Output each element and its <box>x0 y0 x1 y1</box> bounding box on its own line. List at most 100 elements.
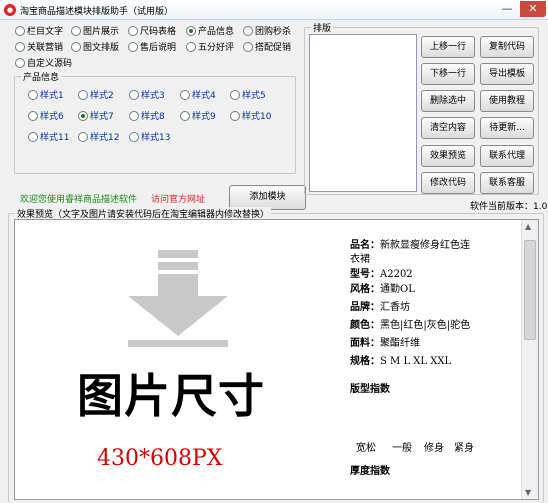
field-value: 黑色|红色|灰色|驼色 <box>380 320 471 331</box>
field-value: 衣裙 <box>350 254 370 265</box>
field-key: 颜色： <box>350 320 380 331</box>
radio-indicator <box>243 25 253 36</box>
radio-indicator <box>230 89 240 100</box>
fit-index-title: 版型指数 <box>350 384 390 395</box>
module-option-label: 自定义源码 <box>27 59 73 69</box>
official-site-link[interactable]: 访问官方网址 <box>151 192 205 205</box>
module-option-label: 图文排版 <box>83 43 120 53</box>
radio-indicator-selected <box>78 110 88 121</box>
product-field-style: 风格：通勤OL <box>350 280 415 295</box>
copy-code-button[interactable]: 复制代码 <box>480 36 534 58</box>
clear-content-button[interactable]: 清空内容 <box>421 117 475 139</box>
style-option-5[interactable]: 样式5 <box>230 88 266 101</box>
style-option-12[interactable]: 样式12 <box>78 130 119 143</box>
style-option-label: 样式13 <box>141 133 171 143</box>
module-option-image-display[interactable]: 图片展示 <box>71 24 119 37</box>
radio-indicator <box>78 89 88 100</box>
contact-support-button[interactable]: 联系客服 <box>480 172 534 194</box>
field-value: S M L XL XXL <box>380 356 452 367</box>
style-option-1[interactable]: 样式1 <box>28 88 64 101</box>
radio-indicator <box>28 131 38 142</box>
fit-level-slim: 修身 <box>424 443 444 454</box>
image-size-caption: 图片尺寸 <box>77 369 265 423</box>
move-up-button[interactable]: 上移一行 <box>421 36 475 58</box>
export-template-button[interactable]: 导出模板 <box>480 63 534 85</box>
field-key: 风格： <box>350 284 380 295</box>
module-option-after-sales[interactable]: 售后说明 <box>128 40 176 53</box>
module-option-five-star-review[interactable]: 五分好评 <box>186 40 234 53</box>
radio-indicator <box>129 110 139 121</box>
module-option-size-table[interactable]: 尺码表格 <box>128 24 176 37</box>
window-title: 淘宝商品描述模块排版助手（试用版） <box>20 7 174 17</box>
radio-indicator <box>28 89 38 100</box>
fit-level-loose: 宽松 <box>356 443 376 454</box>
fit-level-normal: 一般 <box>392 443 412 454</box>
welcome-text: 欢迎您使用睿祥商品描述软件 <box>20 195 138 205</box>
minimize-button[interactable]: — <box>494 1 520 17</box>
style-option-label: 样式9 <box>192 112 216 122</box>
style-option-label: 样式12 <box>90 133 120 143</box>
radio-indicator-selected <box>186 25 196 36</box>
style-option-label: 样式8 <box>141 112 165 122</box>
product-info-legend: 产品信息 <box>21 70 62 83</box>
layout-list-box[interactable] <box>309 34 417 192</box>
style-option-label: 样式7 <box>90 112 114 122</box>
edit-code-button[interactable]: 修改代码 <box>421 172 475 194</box>
style-option-7[interactable]: 样式7 <box>78 109 114 122</box>
style-option-label: 样式5 <box>242 91 266 101</box>
scroll-down-icon[interactable]: ▼ <box>525 488 531 497</box>
style-option-13[interactable]: 样式13 <box>129 130 170 143</box>
field-key: 规格： <box>350 356 380 367</box>
move-down-button[interactable]: 下移一行 <box>421 63 475 85</box>
scroll-thumb[interactable] <box>524 240 536 340</box>
style-option-8[interactable]: 样式8 <box>129 109 165 122</box>
style-option-label: 样式1 <box>40 91 64 101</box>
preview-area[interactable]: 图片尺寸 430*608PX 品名：新款显瘦修身红色连 衣裙 型号：A2202 … <box>14 219 539 500</box>
radio-indicator <box>71 41 81 52</box>
module-option-group-buy[interactable]: 团购秒杀 <box>243 24 291 37</box>
download-placeholder-icon <box>128 250 228 347</box>
radio-indicator <box>78 131 88 142</box>
preview-effect-button[interactable]: 效果预览 <box>421 145 475 167</box>
module-option-label: 尺码表格 <box>140 27 177 37</box>
module-option-product-info[interactable]: 产品信息 <box>186 24 234 37</box>
module-option-label: 产品信息 <box>198 27 235 37</box>
style-option-label: 样式4 <box>192 91 216 101</box>
style-option-9[interactable]: 样式9 <box>180 109 216 122</box>
module-option-label: 栏目文字 <box>27 27 64 37</box>
scroll-up-icon[interactable]: ▲ <box>525 222 531 231</box>
field-key: 型号： <box>350 269 380 280</box>
style-option-label: 样式11 <box>40 133 70 143</box>
style-option-6[interactable]: 样式6 <box>28 109 64 122</box>
style-option-4[interactable]: 样式4 <box>180 88 216 101</box>
module-option-label: 图片展示 <box>83 27 120 37</box>
tutorial-button[interactable]: 使用教程 <box>480 90 534 112</box>
module-option-label: 五分好评 <box>198 43 235 53</box>
field-value: 聚酯纤维 <box>380 338 420 349</box>
field-key: 面料： <box>350 338 380 349</box>
style-option-3[interactable]: 样式3 <box>129 88 165 101</box>
module-option-bundle-promo[interactable]: 搭配促销 <box>243 40 291 53</box>
style-option-10[interactable]: 样式10 <box>230 109 271 122</box>
radio-indicator <box>15 25 25 36</box>
radio-indicator <box>71 25 81 36</box>
radio-indicator <box>128 25 138 36</box>
app-logo-icon: ● <box>4 4 16 16</box>
delete-selected-button[interactable]: 删除选中 <box>421 90 475 112</box>
radio-indicator <box>28 110 38 121</box>
contact-agent-button[interactable]: 联系代理 <box>480 145 534 167</box>
style-option-2[interactable]: 样式2 <box>78 88 114 101</box>
radio-indicator <box>180 110 190 121</box>
module-option-custom-source[interactable]: 自定义源码 <box>15 56 72 69</box>
style-option-11[interactable]: 样式11 <box>28 130 69 143</box>
product-field-color: 颜色：黑色|红色|灰色|驼色 <box>350 316 470 331</box>
module-option-label: 团购秒杀 <box>255 27 292 37</box>
module-option-column-text[interactable]: 栏目文字 <box>15 24 63 37</box>
preview-scrollbar[interactable]: ▲ ▼ <box>521 220 538 499</box>
module-option-related-marketing[interactable]: 关联营销 <box>15 40 63 53</box>
module-option-image-text-layout[interactable]: 图文排版 <box>71 40 119 53</box>
version-text: 软件当前版本：1.0 <box>470 202 548 212</box>
module-option-label: 售后说明 <box>140 43 177 53</box>
pending-update-button[interactable]: 待更新... <box>480 117 534 139</box>
close-button[interactable]: ✕ <box>520 1 546 17</box>
